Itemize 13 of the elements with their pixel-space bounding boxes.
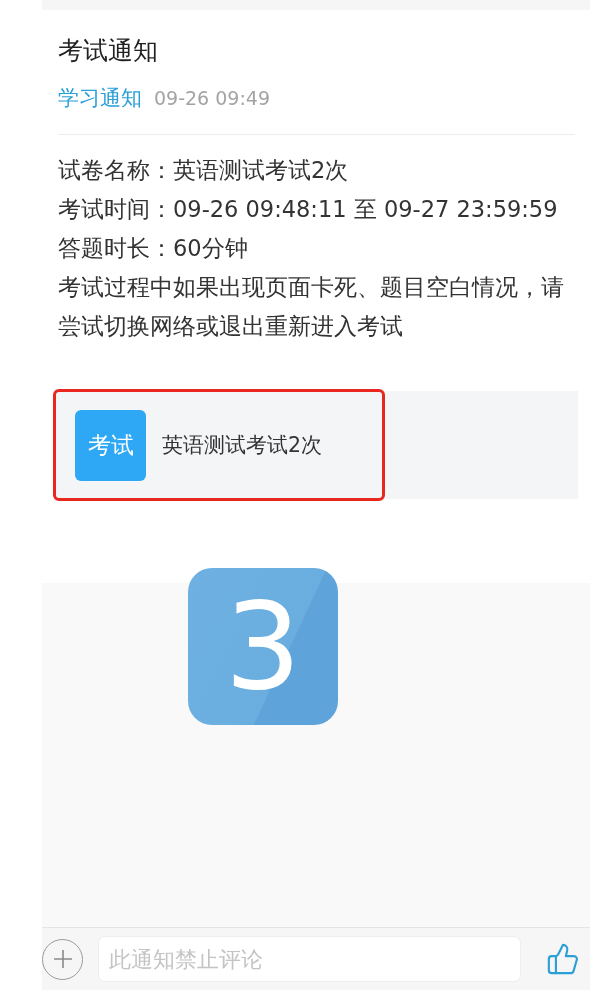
detail-text: 考试过程中如果出现页面卡死、题目空白情况，请尝试切换网络或退出重新进入考试 [58, 273, 565, 341]
exam-tile: 考试 [75, 409, 146, 481]
notice-title: 考试通知 [58, 36, 159, 66]
detail-text: 答题时长：60分钟 [58, 234, 249, 263]
step-badge: 3 [188, 568, 338, 725]
detail-text: 试卷名称：英语测试考试2次 [58, 156, 350, 185]
attachment-title: 英语测试考试2次 [162, 432, 323, 459]
detail-text: 考试时间：09-26 09:48:11 至 09-27 23:59:59 [58, 195, 559, 224]
attachment-card[interactable]: 考试 英语测试考试2次 [55, 391, 578, 499]
comment-field[interactable]: 此通知禁止评论 [98, 936, 521, 982]
plus-icon [52, 949, 73, 969]
thumbs-up-icon[interactable] [546, 942, 580, 976]
notice-time: 09-26 09:49 [154, 86, 270, 111]
